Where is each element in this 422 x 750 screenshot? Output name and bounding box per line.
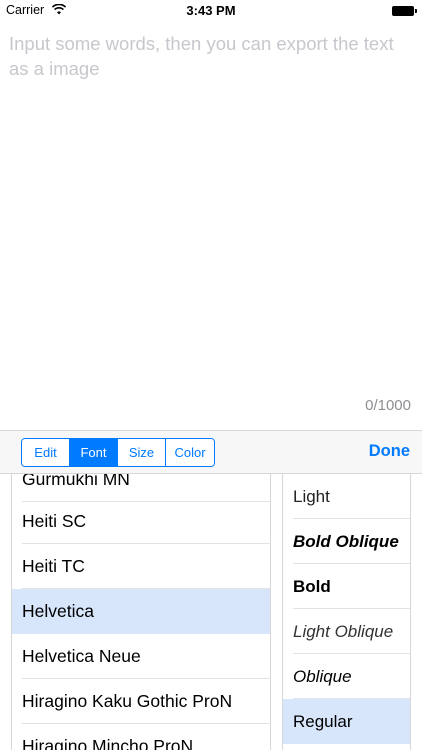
font-item-heiti-tc[interactable]: Heiti TC — [12, 544, 270, 589]
style-item-label: Bold Oblique — [293, 531, 399, 551]
editor-placeholder: Input some words, then you can export th… — [9, 33, 394, 79]
font-item-label: Hiragino Kaku Gothic ProN — [22, 691, 233, 711]
tab-color[interactable]: Color — [166, 439, 214, 466]
toolbar: Edit Font Size Color Done — [0, 430, 422, 474]
style-item-oblique[interactable]: Oblique — [283, 654, 410, 699]
font-item-heiti-sc[interactable]: Heiti SC — [12, 499, 270, 544]
tab-edit[interactable]: Edit — [22, 439, 70, 466]
font-item-helvetica-neue[interactable]: Helvetica Neue — [12, 634, 270, 679]
font-item-label: Gurmukhi MN — [22, 474, 130, 489]
font-item-label: Helvetica Neue — [22, 646, 141, 666]
font-style-picker[interactable]: Light Bold Oblique Bold Light Oblique Ob… — [282, 474, 411, 750]
segmented-control: Edit Font Size Color — [21, 438, 215, 467]
font-item-label: Hiragino Mincho ProN — [22, 736, 194, 750]
status-bar: Carrier 3:43 PM — [0, 0, 422, 22]
character-counter: 0/1000 — [365, 397, 411, 414]
style-item-bold[interactable]: Bold — [283, 564, 410, 609]
style-item-bold-oblique[interactable]: Bold Oblique — [283, 519, 410, 564]
font-item-helvetica[interactable]: Helvetica — [12, 589, 270, 634]
tab-font[interactable]: Font — [70, 439, 118, 466]
font-family-picker[interactable]: Gurmukhi MN Heiti SC Heiti TC Helvetica … — [11, 474, 271, 750]
text-editor[interactable]: Input some words, then you can export th… — [0, 22, 422, 430]
style-item-label: Light Oblique — [293, 621, 394, 641]
style-item-label: Bold — [293, 576, 331, 596]
status-time: 3:43 PM — [186, 3, 236, 18]
done-button[interactable]: Done — [369, 442, 410, 461]
font-item-label: Heiti TC — [22, 556, 85, 576]
tab-size[interactable]: Size — [118, 439, 166, 466]
font-item-hiragino-kaku-gothic-pron[interactable]: Hiragino Kaku Gothic ProN — [12, 679, 270, 724]
font-item-label: Helvetica — [22, 601, 94, 621]
style-item-label: Light — [293, 486, 330, 506]
font-item-hiragino-mincho-pron[interactable]: Hiragino Mincho ProN — [12, 724, 270, 750]
font-item-gurmukhi-mn[interactable]: Gurmukhi MN — [12, 474, 270, 502]
style-item-label: Oblique — [293, 666, 352, 686]
font-item-label: Heiti SC — [22, 511, 87, 531]
style-item-light-oblique[interactable]: Light Oblique — [283, 609, 410, 654]
style-item-light[interactable]: Light — [283, 474, 410, 519]
style-item-label: Regular — [293, 711, 353, 731]
battery-icon — [392, 6, 417, 16]
style-item-regular[interactable]: Regular — [283, 699, 410, 744]
